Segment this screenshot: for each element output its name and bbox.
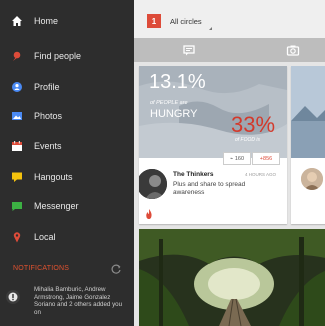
post-timestamp: 4 HOURS AGO bbox=[245, 172, 277, 177]
post-card[interactable]: 13.1% of PEOPLE are HUNGRY 33% of FOOD i… bbox=[139, 66, 287, 224]
notification-badge[interactable]: 1 bbox=[147, 14, 161, 28]
home-icon bbox=[11, 15, 23, 27]
sidebar-item-label: Local bbox=[34, 232, 56, 242]
stat-primary-word: HUNGRY bbox=[150, 108, 198, 120]
photo-post[interactable] bbox=[139, 229, 325, 326]
refresh-icon[interactable] bbox=[110, 262, 122, 274]
post-footer: The Thinkers 4 HOURS AGO Plus and share … bbox=[139, 163, 287, 224]
sidebar-item-label: Events bbox=[34, 141, 62, 151]
sidebar-item-events[interactable]: Events bbox=[0, 132, 134, 160]
stat-secondary-caption: of FOOD is bbox=[235, 137, 261, 143]
app-frame: Home Find people Profile Photos Events H… bbox=[0, 0, 325, 326]
sidebar-item-label: Home bbox=[34, 16, 59, 26]
top-bar: 1 All circles bbox=[134, 0, 325, 38]
flame-icon bbox=[145, 206, 153, 219]
sidebar-item-local[interactable]: Local bbox=[0, 223, 134, 251]
sidebar-item-label: Photos bbox=[34, 111, 63, 121]
main-stream: 1 All circles 13.1% of PEOPLE are HUNGRY… bbox=[134, 0, 325, 326]
circle-selector[interactable]: All circles bbox=[170, 17, 202, 26]
events-icon bbox=[11, 140, 23, 152]
dropdown-caret-icon[interactable] bbox=[209, 27, 212, 30]
sidebar-item-label: Hangouts bbox=[34, 172, 73, 182]
notification-icon bbox=[6, 290, 20, 304]
sidebar-item-label: Messenger bbox=[34, 201, 79, 211]
author-name[interactable]: The Thinkers bbox=[173, 171, 213, 178]
write-post-icon[interactable] bbox=[182, 43, 196, 57]
hangouts-icon bbox=[11, 171, 23, 183]
profile-icon bbox=[11, 81, 23, 93]
post-card-partial[interactable] bbox=[291, 66, 325, 224]
messenger-icon bbox=[11, 200, 23, 212]
author-avatar[interactable] bbox=[301, 168, 323, 190]
sidebar-item-label: Find people bbox=[34, 51, 82, 61]
post-text: Plus and share to spread awareness bbox=[173, 181, 246, 196]
sidebar-item-home[interactable]: Home bbox=[0, 7, 134, 35]
camera-icon[interactable] bbox=[286, 43, 300, 57]
stat-primary-caption: of PEOPLE are bbox=[150, 100, 188, 106]
action-bar bbox=[134, 38, 325, 62]
stat-secondary: 33% bbox=[231, 112, 276, 137]
sidebar-item-label: Profile bbox=[34, 82, 60, 92]
post-image[interactable] bbox=[291, 66, 325, 158]
find-people-icon bbox=[11, 50, 23, 62]
notification-text: Mihalia Bamburic, Andrew Armstrong, Jaim… bbox=[34, 286, 123, 316]
sidebar-item-hangouts[interactable]: Hangouts bbox=[0, 163, 134, 191]
local-icon bbox=[11, 231, 23, 243]
author-avatar[interactable] bbox=[139, 169, 167, 199]
stat-primary: 13.1% bbox=[149, 71, 206, 93]
sidebar: Home Find people Profile Photos Events H… bbox=[0, 0, 134, 326]
sidebar-item-find-people[interactable]: Find people bbox=[0, 42, 134, 70]
notification-item[interactable]: Mihalia Bamburic, Andrew Armstrong, Jaim… bbox=[0, 284, 134, 326]
notifications-header: NOTIFICATIONS bbox=[0, 260, 134, 278]
post-image[interactable]: 13.1% of PEOPLE are HUNGRY 33% of FOOD i… bbox=[139, 66, 287, 158]
sidebar-item-messenger[interactable]: Messenger bbox=[0, 192, 134, 220]
sidebar-item-profile[interactable]: Profile bbox=[0, 73, 134, 101]
sidebar-item-photos[interactable]: Photos bbox=[0, 102, 134, 130]
notifications-label: NOTIFICATIONS bbox=[13, 265, 70, 272]
photos-icon bbox=[11, 110, 23, 122]
